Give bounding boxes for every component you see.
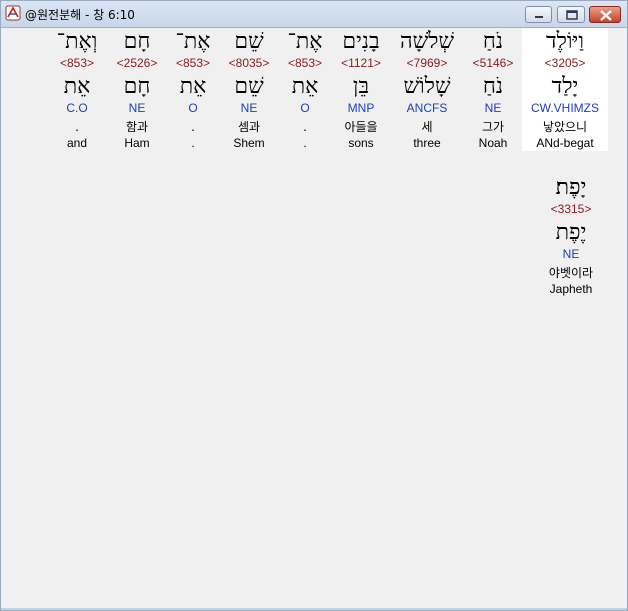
- lemma-word: אֵת: [179, 74, 207, 99]
- strong-number[interactable]: <3315>: [541, 202, 601, 217]
- english-gloss: Shem: [233, 136, 265, 150]
- close-button[interactable]: [589, 6, 621, 23]
- english-gloss: Ham: [124, 136, 150, 150]
- morphology-code: MNP: [347, 101, 375, 115]
- morphology-code: ANCFS: [406, 101, 448, 115]
- english-gloss: three: [413, 136, 441, 150]
- korean-gloss: .: [75, 120, 79, 134]
- analysis-panel: וַיּוֹלֶד <3205> יָלַד CW.VHIMZS 낳았으니 AN…: [3, 28, 625, 608]
- korean-gloss: 낳았으니: [542, 120, 588, 134]
- english-gloss: and: [66, 136, 88, 150]
- hebrew-word: שֵׁם: [234, 29, 264, 54]
- word-cell[interactable]: חָם <2526> חָם NE 함과 Ham: [107, 28, 167, 151]
- lemma-word: שָׁלוֹשׁ: [403, 74, 451, 99]
- english-gloss: sons: [348, 136, 374, 150]
- english-gloss: .: [303, 136, 307, 150]
- title-bar[interactable]: @원전분해 - 창 6:10: [1, 1, 627, 28]
- korean-gloss: .: [303, 120, 307, 134]
- strong-number[interactable]: <1121>: [331, 56, 391, 71]
- english-gloss: Noah: [478, 136, 508, 150]
- lemma-word: אֵת: [291, 74, 319, 99]
- morphology-code: CW.VHIMZS: [531, 101, 599, 115]
- hebrew-word: בָנִים: [342, 29, 380, 54]
- hebrew-word: אֶת־: [287, 29, 323, 54]
- strong-number[interactable]: <7969>: [395, 56, 459, 71]
- morphology-code: C.O: [66, 101, 88, 115]
- word-cell[interactable]: וְאֶת־ <853> אֵת C.O . and: [47, 28, 107, 151]
- morphology-code: NE: [128, 101, 146, 115]
- lemma-word: חָם: [123, 74, 151, 99]
- morphology-code: O: [300, 101, 310, 115]
- hebrew-word: וַיּוֹלֶד: [546, 29, 584, 54]
- morphology-code: O: [188, 101, 198, 115]
- korean-gloss: 셈과: [237, 120, 261, 134]
- word-cell[interactable]: אֶת־ <853> אֵת O . .: [275, 28, 335, 151]
- word-cell[interactable]: שְׁלֹשָׁה <7969> שָׁלוֹשׁ ANCFS 세 three: [395, 28, 459, 151]
- hebrew-word: חָם: [123, 29, 151, 54]
- minimize-button[interactable]: [525, 6, 552, 23]
- strong-number[interactable]: <853>: [163, 56, 223, 71]
- lemma-word: בֵּן: [352, 74, 370, 99]
- morphology-code: NE: [484, 101, 502, 115]
- maximize-button[interactable]: [557, 6, 585, 23]
- hebrew-word: יָפֶת׃: [555, 175, 587, 200]
- strong-number[interactable]: <2526>: [107, 56, 167, 71]
- morphology-code: NE: [240, 101, 258, 115]
- word-cell[interactable]: אֶת־ <853> אֵת O . .: [163, 28, 223, 151]
- word-cell[interactable]: וַיּוֹלֶד <3205> יָלַד CW.VHIMZS 낳았으니 AN…: [522, 28, 608, 151]
- window-title: @원전분해 - 창 6:10: [25, 8, 135, 22]
- lemma-word: אֵת: [63, 74, 91, 99]
- strong-number[interactable]: <5146>: [463, 56, 523, 71]
- window-bottom-border: [1, 608, 627, 610]
- hebrew-word: וְאֶת־: [56, 29, 98, 54]
- hebrew-word: שְׁלֹשָׁה: [399, 29, 455, 54]
- english-gloss: .: [191, 136, 195, 150]
- app-icon[interactable]: [5, 5, 21, 21]
- korean-gloss: 아들을: [344, 120, 378, 134]
- english-gloss: ANd-begat: [536, 136, 594, 150]
- english-gloss: Japheth: [549, 282, 593, 296]
- hebrew-word: נֹחַ: [482, 29, 504, 54]
- lemma-word: יֶפֶת: [555, 220, 587, 245]
- strong-number[interactable]: <3205>: [522, 56, 608, 71]
- strong-number[interactable]: <8035>: [219, 56, 279, 71]
- word-cell[interactable]: יָפֶת׃ <3315> יֶפֶת NE 야벳이라 Japheth: [541, 174, 601, 297]
- korean-gloss: 세: [421, 120, 433, 134]
- app-window: @원전분해 - 창 6:10 וַיּוֹלֶד <3205> יָלַד CW…: [0, 0, 628, 611]
- word-cell[interactable]: בָנִים <1121> בֵּן MNP 아들을 sons: [331, 28, 391, 151]
- korean-gloss: 야벳이라: [548, 266, 594, 280]
- korean-gloss: 그가: [481, 120, 505, 134]
- morphology-code: NE: [562, 247, 580, 261]
- strong-number[interactable]: <853>: [47, 56, 107, 71]
- korean-gloss: .: [191, 120, 195, 134]
- korean-gloss: 함과: [125, 120, 149, 134]
- lemma-word: יָלַד: [551, 74, 579, 99]
- strong-number[interactable]: <853>: [275, 56, 335, 71]
- word-cell[interactable]: נֹחַ <5146> נֹחַ NE 그가 Noah: [463, 28, 523, 151]
- word-cell[interactable]: שֵׁם <8035> שֵׁם NE 셈과 Shem: [219, 28, 279, 151]
- lemma-word: שֵׁם: [234, 74, 264, 99]
- hebrew-word: אֶת־: [175, 29, 211, 54]
- lemma-word: נֹחַ: [482, 74, 504, 99]
